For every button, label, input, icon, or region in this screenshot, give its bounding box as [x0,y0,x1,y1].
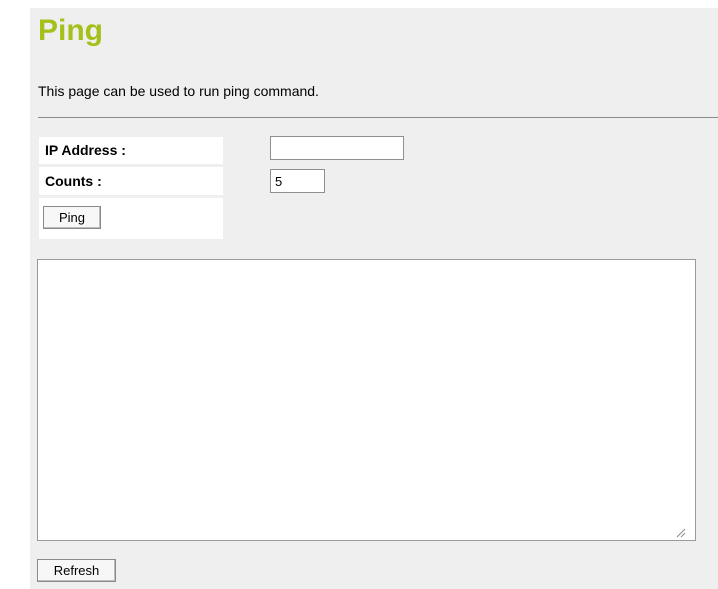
page-title: Ping [38,14,103,47]
ping-button[interactable]: Ping [43,206,101,229]
ip-address-label: IP Address : [39,137,223,164]
ping-button-cell: Ping [39,198,223,239]
ping-panel: Ping This page can be used to run ping c… [30,8,718,589]
divider [38,117,718,118]
ip-address-input[interactable] [270,136,404,160]
refresh-button[interactable]: Refresh [37,559,116,582]
page-description: This page can be used to run ping comman… [38,83,319,99]
ping-output-textarea[interactable] [37,259,696,541]
counts-label: Counts : [39,167,223,195]
counts-input[interactable] [270,169,325,193]
resize-grip-icon[interactable] [674,526,686,538]
